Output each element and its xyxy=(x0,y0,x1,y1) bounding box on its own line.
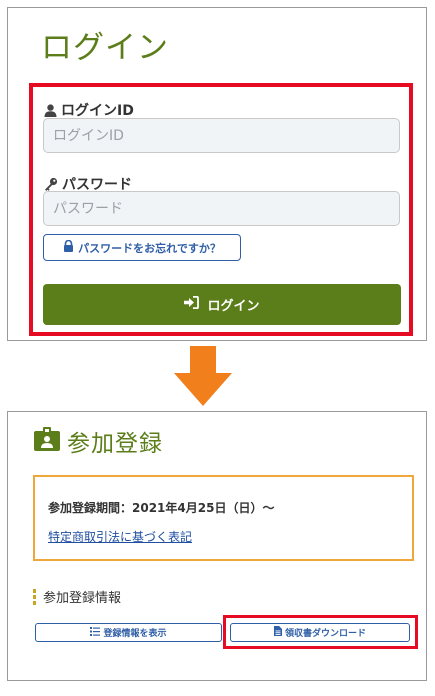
forgot-password-button[interactable]: パスワードをお忘れですか？ xyxy=(43,234,241,261)
arrow-down-icon xyxy=(174,346,232,410)
section-marker xyxy=(33,588,36,605)
registration-title: 参加登録 xyxy=(34,424,163,458)
show-registration-info-button[interactable]: 登録情報を表示 xyxy=(35,623,222,642)
forgot-password-label: パスワードをお忘れですか？ xyxy=(78,241,221,255)
login-panel: ログイン ログインID パスワード パスワードをお忘れですか？ xyxy=(7,7,427,341)
id-badge-icon xyxy=(34,427,60,455)
section-heading-text: 参加登録情報 xyxy=(43,591,122,606)
registration-notice-box: 参加登録期間：2021年4月25日（日）～ 特定商取引法に基づく表記 xyxy=(33,475,414,561)
download-receipt-button[interactable]: 領収書ダウンロード xyxy=(230,623,410,642)
highlight-frame-login: ログインID パスワード パスワードをお忘れですか？ ログイン xyxy=(29,83,413,336)
highlight-frame-receipt: 領収書ダウンロード xyxy=(223,615,418,649)
login-id-label-text: ログインID xyxy=(61,103,134,119)
login-submit-button[interactable]: ログイン xyxy=(43,284,401,325)
registration-period: 参加登録期間：2021年4月25日（日）～ xyxy=(48,501,275,515)
registration-title-text: 参加登録 xyxy=(67,431,163,457)
section-heading: 参加登録情報 xyxy=(33,587,121,606)
commercial-law-link[interactable]: 特定商取引法に基づく表記 xyxy=(48,528,192,545)
login-title: ログイン xyxy=(41,30,169,66)
show-registration-info-label: 登録情報を表示 xyxy=(103,629,167,639)
lock-icon xyxy=(63,239,74,255)
key-icon xyxy=(44,177,58,191)
download-receipt-label: 領収書ダウンロード xyxy=(284,629,366,639)
registration-panel: 参加登録 参加登録期間：2021年4月25日（日）～ 特定商取引法に基づく表記 … xyxy=(7,411,427,681)
password-input[interactable] xyxy=(43,191,400,226)
sign-in-icon xyxy=(184,295,200,313)
user-icon xyxy=(44,103,57,117)
list-icon xyxy=(90,626,101,639)
file-icon xyxy=(273,626,282,639)
login-submit-label: ログイン xyxy=(207,299,260,314)
login-id-input[interactable] xyxy=(43,118,400,153)
login-id-label: ログインID xyxy=(44,100,134,120)
